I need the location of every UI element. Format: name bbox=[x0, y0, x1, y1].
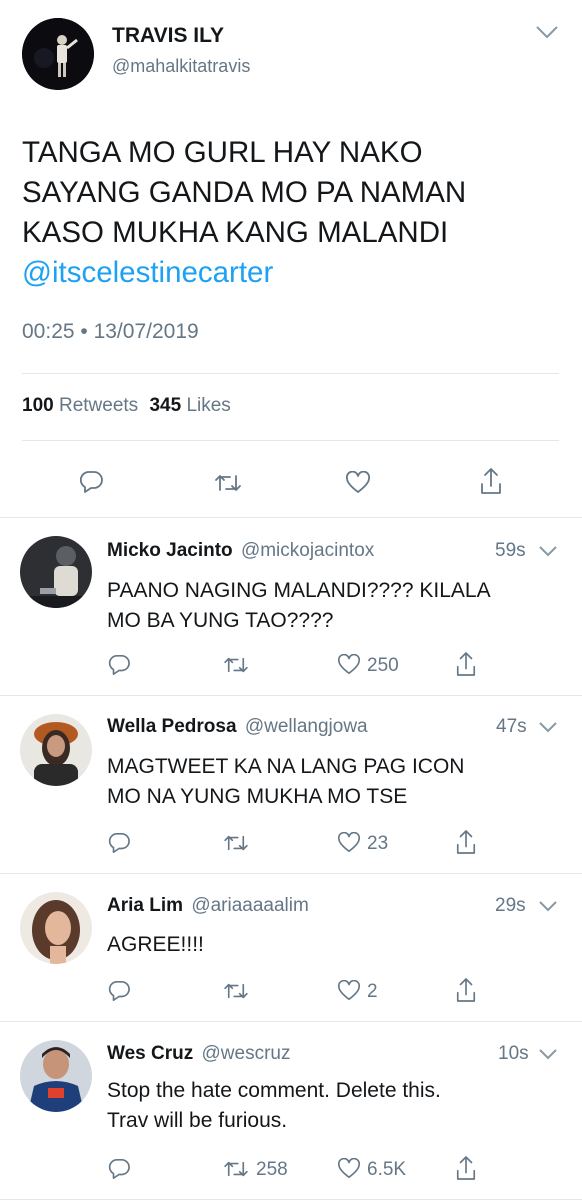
reply-avatar[interactable] bbox=[20, 892, 92, 964]
section-divider bbox=[0, 517, 582, 518]
author-avatar[interactable] bbox=[22, 18, 94, 90]
retweet-icon[interactable] bbox=[223, 981, 249, 1001]
like-icon[interactable] bbox=[345, 471, 371, 495]
reply-icon[interactable] bbox=[107, 654, 131, 676]
reply-time[interactable]: 59s bbox=[495, 540, 526, 562]
reply-time[interactable]: 10s bbox=[498, 1043, 529, 1065]
reply-author-handle[interactable]: @wellangjowa bbox=[245, 716, 368, 737]
section-divider bbox=[0, 1021, 582, 1022]
share-icon[interactable] bbox=[455, 828, 477, 856]
author-handle[interactable]: @mahalkitatravis bbox=[112, 56, 250, 77]
chevron-down-icon[interactable] bbox=[538, 544, 558, 558]
retweets-count: 100 bbox=[22, 395, 54, 416]
tweet-line: TANGA MO GURL HAY NAKO bbox=[22, 136, 423, 169]
chevron-down-icon[interactable] bbox=[538, 720, 558, 734]
reply-author-name[interactable]: Micko Jacinto bbox=[107, 540, 233, 561]
like-icon[interactable] bbox=[337, 980, 361, 1002]
tweet-line: SAYANG GANDA MO PA NAMAN bbox=[22, 176, 467, 209]
reply-time[interactable]: 29s bbox=[495, 895, 526, 917]
reply-text: AGREE!!!! bbox=[107, 930, 204, 960]
reply-icon[interactable] bbox=[107, 1158, 131, 1180]
reply-author-handle[interactable]: @wescruz bbox=[202, 1043, 291, 1064]
reply-line: Stop the hate comment. Delete this. bbox=[107, 1079, 441, 1102]
stats-bottom-divider bbox=[22, 440, 559, 441]
retweet-icon[interactable] bbox=[223, 1159, 249, 1179]
retweets-label: Retweets bbox=[58, 395, 139, 416]
reply-author-name[interactable]: Aria Lim bbox=[107, 895, 183, 916]
author-name[interactable]: TRAVIS ILY bbox=[112, 24, 224, 48]
section-divider bbox=[0, 695, 582, 696]
reply-line: MAGTWEET KA NA LANG PAG ICON bbox=[107, 755, 465, 778]
reply-line: MO NA YUNG MUKHA MO TSE bbox=[107, 785, 408, 808]
reply-text: Stop the hate comment. Delete this. Trav… bbox=[107, 1076, 441, 1136]
reply-icon[interactable] bbox=[78, 470, 104, 494]
like-icon[interactable] bbox=[337, 1158, 361, 1180]
stats-top-divider bbox=[22, 373, 559, 374]
likes-count: 345 bbox=[149, 395, 182, 416]
share-icon[interactable] bbox=[455, 976, 477, 1004]
section-divider bbox=[0, 873, 582, 874]
tweet-body: TANGA MO GURL HAY NAKO SAYANG GANDA MO P… bbox=[22, 133, 466, 293]
retweets-stat[interactable]: 100 Retweets bbox=[22, 395, 143, 416]
reply-header: Micko Jacinto @mickojacintox bbox=[107, 540, 374, 562]
reply-line: Trav will be furious. bbox=[107, 1109, 288, 1132]
reply-author-name[interactable]: Wella Pedrosa bbox=[107, 716, 237, 737]
chevron-down-icon[interactable] bbox=[538, 1047, 558, 1061]
reply-time[interactable]: 47s bbox=[496, 716, 527, 738]
share-icon[interactable] bbox=[455, 650, 477, 678]
reply-line: PAANO NAGING MALANDI???? KILALA bbox=[107, 579, 491, 602]
reply-text: PAANO NAGING MALANDI???? KILALA MO BA YU… bbox=[107, 576, 491, 636]
like-count: 2 bbox=[367, 981, 378, 1002]
likes-stat[interactable]: 345 Likes bbox=[149, 395, 230, 416]
chevron-down-icon[interactable] bbox=[538, 899, 558, 913]
reply-avatar[interactable] bbox=[20, 1040, 92, 1112]
reply-author-handle[interactable]: @ariaaaaalim bbox=[191, 895, 309, 916]
reply-author-handle[interactable]: @mickojacintox bbox=[241, 540, 374, 561]
retweet-icon[interactable] bbox=[214, 472, 242, 494]
reply-line: AGREE!!!! bbox=[107, 933, 204, 956]
retweet-icon[interactable] bbox=[223, 833, 249, 853]
share-icon[interactable] bbox=[455, 1154, 477, 1182]
like-icon[interactable] bbox=[337, 832, 361, 854]
like-count: 6.5K bbox=[367, 1159, 407, 1180]
mention-link[interactable]: @itscelestinecarter bbox=[22, 253, 466, 293]
reply-avatar[interactable] bbox=[20, 714, 92, 786]
reply-header: Wella Pedrosa @wellangjowa bbox=[107, 716, 368, 738]
reply-header: Aria Lim @ariaaaaalim bbox=[107, 895, 309, 917]
like-count: 23 bbox=[367, 833, 389, 854]
reply-avatar[interactable] bbox=[20, 536, 92, 608]
reply-author-name[interactable]: Wes Cruz bbox=[107, 1043, 193, 1064]
chevron-down-icon[interactable] bbox=[535, 24, 559, 40]
reply-header: Wes Cruz @wescruz bbox=[107, 1043, 291, 1065]
retweet-count: 258 bbox=[256, 1159, 288, 1180]
reply-icon[interactable] bbox=[107, 980, 131, 1002]
like-count: 250 bbox=[367, 655, 399, 676]
reply-icon[interactable] bbox=[107, 832, 131, 854]
reply-text: MAGTWEET KA NA LANG PAG ICON MO NA YUNG … bbox=[107, 752, 464, 812]
retweet-icon[interactable] bbox=[223, 655, 249, 675]
tweet-stats: 100 Retweets 345 Likes bbox=[22, 395, 231, 417]
tweet-timestamp[interactable]: 00:25 • 13/07/2019 bbox=[22, 320, 199, 344]
tweet-line: KASO MUKHA KANG MALANDI bbox=[22, 216, 449, 249]
share-icon[interactable] bbox=[479, 466, 503, 496]
like-icon[interactable] bbox=[337, 654, 361, 676]
likes-label: Likes bbox=[186, 395, 231, 416]
reply-line: MO BA YUNG TAO???? bbox=[107, 609, 334, 632]
